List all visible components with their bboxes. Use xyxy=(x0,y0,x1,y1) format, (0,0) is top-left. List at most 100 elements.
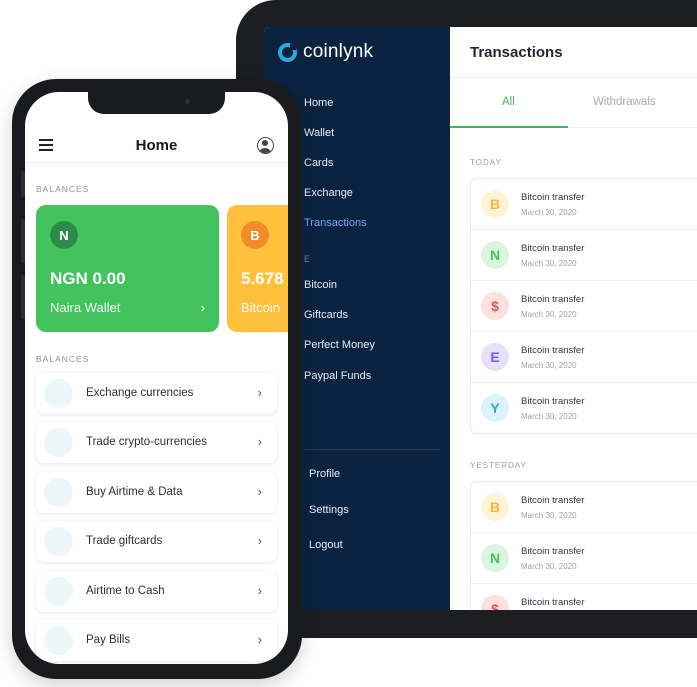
action-label: Pay Bills xyxy=(86,634,131,646)
actions-label: BALANCES xyxy=(36,354,90,364)
transaction-title: Bitcoin transfer xyxy=(521,597,585,608)
active-tab-indicator xyxy=(450,126,568,128)
sidebar-item-settings[interactable]: Settings xyxy=(309,504,349,516)
sidebar-divider xyxy=(304,449,440,450)
transaction-row[interactable]: $ Bitcoin transfer March 30, 2020 xyxy=(471,281,697,332)
sidebar-item-giftcards[interactable]: Giftcards xyxy=(304,309,348,321)
transaction-row[interactable]: $Bitcoin transferMarch 30, 2020 xyxy=(471,584,697,610)
group-label-yesterday: YESTERDAY xyxy=(470,461,527,470)
action-icon xyxy=(44,527,73,557)
action-label: Exchange currencies xyxy=(86,387,194,399)
action-icon xyxy=(44,477,73,507)
action-icon xyxy=(44,428,73,458)
chevron-right-icon: › xyxy=(257,385,262,400)
phone-screen: Home BALANCES N NGN 0.00 Naira Wallet › … xyxy=(25,92,288,664)
wallet-amount: 5.678 xyxy=(241,269,284,288)
transaction-row[interactable]: N Bitcoin transfer March 30, 2020 xyxy=(471,533,697,584)
transaction-date: March 30, 2020 xyxy=(521,562,577,571)
wallet-badge: B xyxy=(241,221,269,249)
action-icon xyxy=(44,379,73,408)
transaction-avatar: $ xyxy=(481,292,509,320)
header-divider xyxy=(25,162,288,163)
wallet-card-bitcoin[interactable]: B 5.678 Bitcoin xyxy=(227,205,288,332)
transaction-title: Bitcoin transfer xyxy=(521,345,585,356)
transaction-title: Bitcoin transfer xyxy=(521,243,585,254)
action-item[interactable]: Pay Bills › xyxy=(36,620,277,661)
wallet-badge: N xyxy=(50,221,78,249)
transaction-title: Bitcoin transfer xyxy=(521,294,585,305)
sidebar-item-bitcoin[interactable]: Bitcoin xyxy=(304,279,337,291)
wallet-name: Naira Wallet xyxy=(50,300,121,315)
sidebar-item-paypal-funds[interactable]: Paypal Funds xyxy=(304,370,371,382)
transaction-avatar: B xyxy=(481,493,509,521)
page-title: Home xyxy=(135,137,178,154)
user-profile-icon[interactable] xyxy=(257,137,274,154)
transaction-title: Bitcoin transfer xyxy=(521,396,585,407)
chevron-right-icon: › xyxy=(257,632,262,647)
sidebar-item-home[interactable]: Home xyxy=(304,97,333,109)
sidebar-item-logout[interactable]: Logout xyxy=(309,539,343,551)
transaction-row[interactable]: Y Bitcoin transfer March 30, 2020 xyxy=(471,383,697,433)
tab-all[interactable]: All xyxy=(502,96,515,108)
sidebar-item-exchange[interactable]: Exchange xyxy=(304,187,353,199)
transaction-avatar: N xyxy=(481,544,509,572)
transactions-panel: Transactions All Withdrawals TODAY B Bitc… xyxy=(450,27,697,610)
group-label-today: TODAY xyxy=(470,158,502,167)
tablet-screen: coinlynk Home Wallet Cards Exchange Tran… xyxy=(264,27,697,610)
chevron-right-icon: › xyxy=(257,533,262,549)
transactions-list-today: B Bitcoin transfer March 30, 2020 N Bitcoin … xyxy=(470,178,697,434)
transaction-avatar: B xyxy=(481,190,509,218)
transaction-row[interactable]: B Bitcoin transfer March 30, 2020 xyxy=(471,179,697,230)
coinlynk-logo-icon xyxy=(278,42,297,62)
action-label: Trade giftcards xyxy=(86,535,163,548)
transactions-list-yesterday: B Bitcoin transfer March 30, 2020 N Bitcoin … xyxy=(470,481,697,610)
sidebar-item-perfect-money[interactable]: Perfect Money xyxy=(304,339,375,351)
action-label: Buy Airtime & Data xyxy=(86,485,183,498)
transaction-date: March 30, 2020 xyxy=(521,361,577,370)
action-label: Trade crypto-currencies xyxy=(86,436,208,449)
brand-name: coinlynk xyxy=(303,41,374,62)
chevron-right-icon: › xyxy=(257,483,262,499)
transaction-avatar: $ xyxy=(481,595,509,610)
chevron-right-icon: › xyxy=(200,300,205,315)
transaction-title: Bitcoin transfer xyxy=(521,495,585,506)
sidebar-item-transactions[interactable]: Transactions xyxy=(304,217,367,229)
header-divider xyxy=(450,77,697,78)
sidebar-section-label: E xyxy=(304,254,311,264)
wallet-amount: NGN 0.00 xyxy=(50,269,126,288)
transaction-date: March 30, 2020 xyxy=(521,511,577,520)
action-icon xyxy=(44,576,73,606)
action-item[interactable]: Exchange currencies › xyxy=(36,373,277,414)
transaction-date: March 30, 2020 xyxy=(521,259,577,268)
brand-logo[interactable]: coinlynk xyxy=(278,41,373,63)
transaction-date: March 30, 2020 xyxy=(521,412,577,421)
front-camera xyxy=(185,99,190,104)
action-icon xyxy=(44,626,73,655)
transaction-row[interactable]: N Bitcoin transfer March 30, 2020 xyxy=(471,230,697,281)
transaction-avatar: Y xyxy=(481,394,509,422)
chevron-right-icon: › xyxy=(257,582,262,598)
transaction-row[interactable]: B Bitcoin transfer March 30, 2020 xyxy=(471,482,697,533)
action-item[interactable]: Buy Airtime & Data › xyxy=(36,471,277,513)
transaction-date: March 30, 2020 xyxy=(521,208,577,217)
tab-withdrawals[interactable]: Withdrawals xyxy=(593,96,656,108)
wallet-card-naira[interactable]: N NGN 0.00 Naira Wallet › xyxy=(36,205,219,332)
action-item[interactable]: Trade crypto-currencies › xyxy=(36,422,277,464)
balances-label: BALANCES xyxy=(36,184,90,194)
wallet-name: Bitcoin xyxy=(241,300,281,315)
sidebar-item-cards[interactable]: Cards xyxy=(304,157,333,169)
transaction-title: Bitcoin transfer xyxy=(521,546,585,557)
phone-notch xyxy=(88,92,225,114)
transaction-title: Bitcoin transfer xyxy=(521,192,585,203)
transaction-avatar: N xyxy=(481,241,509,269)
sidebar-item-wallet[interactable]: Wallet xyxy=(304,127,334,139)
sidebar-item-profile[interactable]: Profile xyxy=(309,468,340,480)
chevron-right-icon: › xyxy=(257,434,262,450)
transaction-date: March 30, 2020 xyxy=(521,310,577,319)
action-label: Airtime to Cash xyxy=(86,584,165,597)
action-item[interactable]: Trade giftcards › xyxy=(36,521,277,563)
page-title: Transactions xyxy=(470,44,563,61)
action-item[interactable]: Airtime to Cash › xyxy=(36,570,277,612)
transaction-row[interactable]: E Bitcoin transfer March 30, 2020 xyxy=(471,332,697,383)
transaction-avatar: E xyxy=(481,343,509,371)
